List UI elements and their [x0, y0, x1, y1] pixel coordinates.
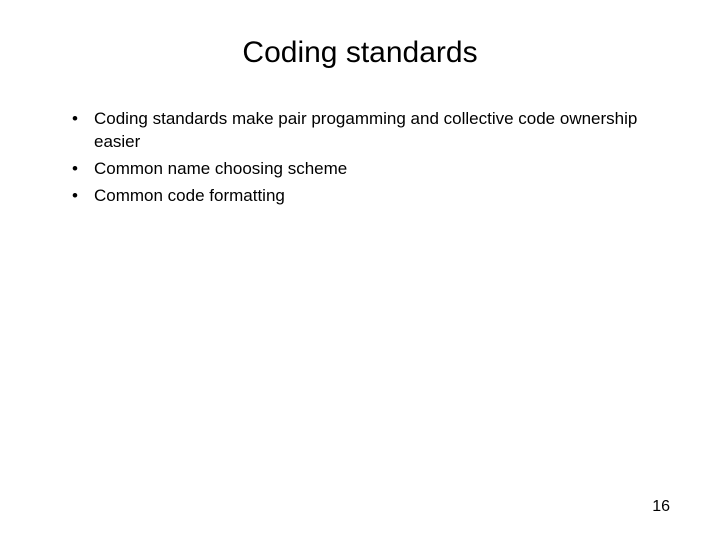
bullet-item: Coding standards make pair progamming an… — [72, 108, 670, 154]
slide-title: Coding standards — [50, 36, 670, 70]
page-number: 16 — [652, 498, 670, 516]
bullet-item: Common code formatting — [72, 185, 670, 208]
bullet-item: Common name choosing scheme — [72, 158, 670, 181]
bullet-list: Coding standards make pair progamming an… — [50, 108, 670, 208]
slide-container: Coding standards Coding standards make p… — [0, 0, 720, 540]
